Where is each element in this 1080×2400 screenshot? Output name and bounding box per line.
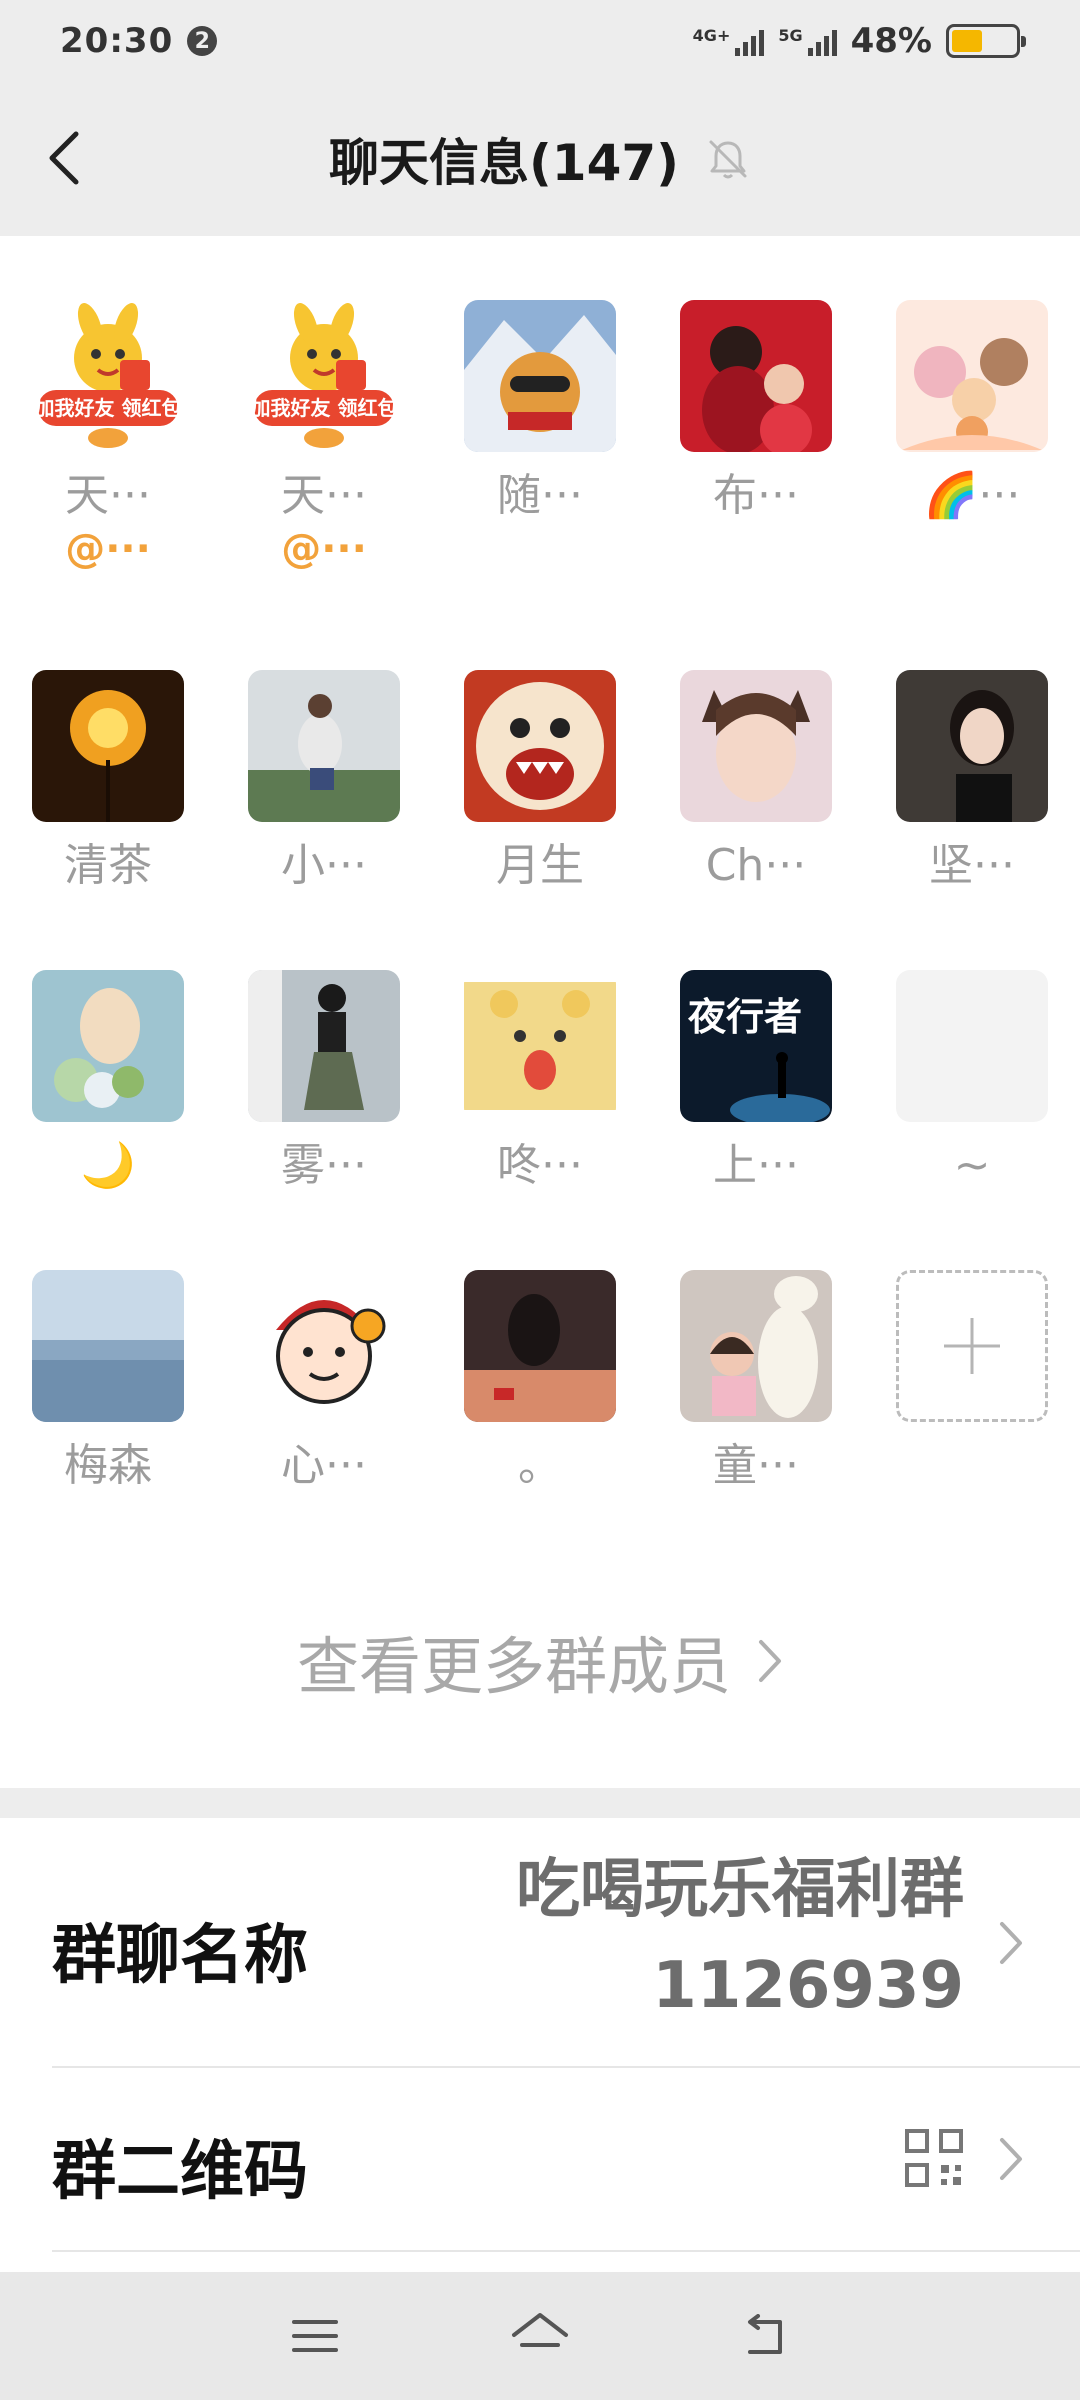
member-name: 🌈··· xyxy=(923,470,1021,521)
member-name: 雾··· xyxy=(281,1140,367,1191)
avatar: 夜行者 xyxy=(680,970,832,1122)
member-name: 随··· xyxy=(497,470,583,521)
member-item[interactable]: 坚··· xyxy=(864,670,1080,894)
signal-4g-icon: 4G+ xyxy=(693,26,765,56)
page-title: 聊天信息(147) xyxy=(328,134,680,192)
signal-5g-icon: 5G xyxy=(778,26,837,56)
member-item[interactable]: 随··· xyxy=(432,300,648,524)
member-item[interactable]: 小··· xyxy=(216,670,432,894)
member-name: 心··· xyxy=(281,1440,367,1491)
avatar xyxy=(464,970,616,1122)
avatar xyxy=(680,1270,832,1422)
avatar: 加我好友 领红包 xyxy=(32,300,184,452)
member-item[interactable]: 。 xyxy=(432,1270,648,1494)
chevron-right-icon xyxy=(759,1640,781,1682)
group-name-row[interactable]: 群聊名称 吃喝玩乐福利群 1126939 xyxy=(52,1818,1080,2068)
member-item[interactable]: 咚··· xyxy=(432,970,648,1194)
member-section: 加我好友 领红包 天··· @··· 加我好友 领红包 天··· @··· 随·… xyxy=(0,236,1080,1788)
avatar xyxy=(248,670,400,822)
member-item[interactable]: 夜行者 上··· xyxy=(648,970,864,1194)
group-name-label: 群聊名称 xyxy=(52,1919,308,1993)
member-name: 。 xyxy=(518,1440,562,1491)
bell-muted-icon xyxy=(709,140,747,179)
add-member-box[interactable] xyxy=(896,1270,1048,1422)
view-more-members-button[interactable]: 查看更多群成员 xyxy=(0,1616,1080,1706)
menu-icon[interactable] xyxy=(290,2316,340,2356)
add-member-button[interactable] xyxy=(864,1270,1080,1422)
plus-icon xyxy=(944,1318,1000,1374)
member-item[interactable]: 清茶 xyxy=(0,670,216,894)
member-name: 坚··· xyxy=(929,840,1015,891)
svg-text:加我好友 领红包: 加我好友 领红包 xyxy=(250,396,398,420)
avatar xyxy=(32,970,184,1122)
qr-code-icon xyxy=(905,2129,963,2187)
member-item[interactable]: 月生 xyxy=(432,670,648,894)
member-tag: @··· xyxy=(281,526,367,572)
system-nav-bar xyxy=(0,2272,1080,2400)
member-name: 天··· xyxy=(281,470,367,521)
chevron-left-icon[interactable] xyxy=(42,126,90,190)
member-tag: @··· xyxy=(65,526,151,572)
avatar xyxy=(464,1270,616,1422)
member-item[interactable]: 梅森 xyxy=(0,1270,216,1494)
status-time: 20:30 xyxy=(60,21,174,61)
group-qr-row[interactable]: 群二维码 xyxy=(52,2068,1080,2252)
avatar xyxy=(248,1270,400,1422)
svg-text:加我好友 领红包: 加我好友 领红包 xyxy=(34,396,182,420)
avatar: 加我好友 领红包 xyxy=(248,300,400,452)
header: 聊天信息(147) xyxy=(0,82,1080,236)
member-name: 上··· xyxy=(713,1140,799,1191)
member-item[interactable]: 加我好友 领红包 天··· @··· xyxy=(216,300,432,574)
member-item[interactable]: ~ xyxy=(864,970,1080,1194)
status-bar: 20:30 2 4G+ 5G 48% xyxy=(0,0,1080,82)
notification-count-badge: 2 xyxy=(187,26,218,56)
battery-fill xyxy=(952,30,982,52)
avatar xyxy=(896,970,1048,1122)
chevron-right-icon xyxy=(1000,2138,1022,2180)
group-qr-label: 群二维码 xyxy=(52,2135,308,2209)
group-name-value-line2: 1126939 xyxy=(652,1949,964,2023)
home-icon[interactable] xyxy=(510,2311,570,2361)
member-item[interactable]: 加我好友 领红包 天··· @··· xyxy=(0,300,216,574)
settings-list: 群聊名称 吃喝玩乐福利群 1126939 群二维码 xyxy=(0,1818,1080,2272)
member-item[interactable]: 🌙 xyxy=(0,970,216,1194)
member-name: 小··· xyxy=(281,840,367,891)
member-name: 🌙 xyxy=(80,1140,136,1191)
svg-text:夜行者: 夜行者 xyxy=(687,994,802,1039)
member-item[interactable]: 🌈··· xyxy=(864,300,1080,524)
avatar xyxy=(680,300,832,452)
avatar xyxy=(464,300,616,452)
member-item[interactable]: 心··· xyxy=(216,1270,432,1494)
member-name: 童··· xyxy=(713,1440,799,1491)
member-name: 天··· xyxy=(65,470,151,521)
member-name: ~ xyxy=(953,1140,991,1191)
member-item[interactable]: Ch··· xyxy=(648,670,864,894)
status-right: 4G+ 5G 48% xyxy=(693,21,1026,61)
chevron-right-icon xyxy=(1000,1922,1022,1964)
member-name: 清茶 xyxy=(64,840,152,891)
member-name: 咚··· xyxy=(497,1140,583,1191)
group-name-value-line1: 吃喝玩乐福利群 xyxy=(516,1853,964,1927)
view-more-members-label: 查看更多群成员 xyxy=(296,1630,731,1703)
member-name: 布··· xyxy=(713,470,799,521)
avatar xyxy=(248,970,400,1122)
battery-percent: 48% xyxy=(850,21,932,61)
back-icon[interactable] xyxy=(740,2314,790,2358)
avatar xyxy=(680,670,832,822)
member-name: 月生 xyxy=(496,840,584,891)
member-item[interactable]: 雾··· xyxy=(216,970,432,1194)
avatar xyxy=(896,670,1048,822)
group-name-value: 吃喝玩乐福利群 1126939 xyxy=(516,1842,964,2034)
avatar xyxy=(32,670,184,822)
member-item[interactable]: 童··· xyxy=(648,1270,864,1494)
member-item[interactable]: 布··· xyxy=(648,300,864,524)
avatar xyxy=(464,670,616,822)
avatar xyxy=(896,300,1048,452)
member-name: Ch··· xyxy=(705,840,807,891)
battery-icon xyxy=(946,24,1026,58)
avatar xyxy=(32,1270,184,1422)
member-name: 梅森 xyxy=(64,1440,152,1491)
